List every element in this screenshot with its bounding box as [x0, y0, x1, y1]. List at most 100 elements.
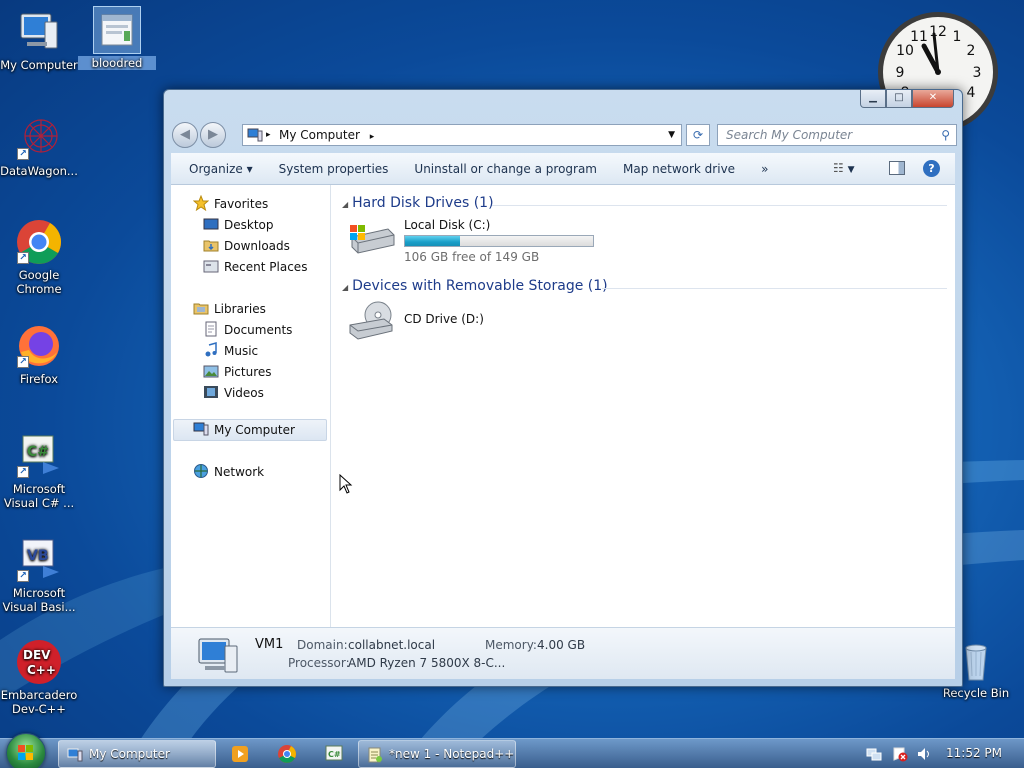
search-placeholder: Search My Computer — [726, 128, 853, 142]
shortcut-arrow-icon: ↗ — [17, 466, 29, 478]
nav-desktop[interactable]: Desktop — [203, 215, 274, 235]
star-icon — [193, 195, 209, 211]
drive-d-item[interactable]: CD Drive (D:) — [342, 299, 542, 345]
processor-value: AMD Ryzen 7 5800X 8-C... — [348, 656, 506, 670]
shortcut-arrow-icon: ↗ — [17, 570, 29, 582]
svg-text:C#: C# — [27, 444, 49, 460]
network-icon — [194, 464, 208, 478]
back-button[interactable]: ◀ — [172, 122, 198, 148]
desktop-icon-google-chrome[interactable]: ↗ Google Chrome — [0, 218, 78, 296]
nav-downloads[interactable]: Downloads — [203, 236, 290, 256]
taskbar-button-my-computer[interactable]: My Computer — [58, 740, 216, 768]
desktop-icon-my-computer[interactable]: My Computer — [0, 8, 78, 72]
search-input[interactable]: Search My Computer ⚲ — [717, 124, 957, 146]
nav-documents[interactable]: Documents — [203, 320, 292, 340]
chrome-icon[interactable] — [277, 744, 297, 764]
search-icon: ⚲ — [941, 128, 950, 142]
explorer-window[interactable]: ▁ □ ✕ ◀ ▶ ▸ My Computer ▸ ▼ ⟳ Search My … — [163, 89, 963, 687]
maximize-button[interactable]: □ — [886, 90, 912, 108]
clock-number: 3 — [973, 65, 982, 81]
computer-icon — [15, 8, 63, 56]
content-area: Favorites Desktop Downloads Recent Place… — [171, 185, 955, 627]
svg-text:DEV: DEV — [23, 648, 51, 662]
navigation-pane: Favorites Desktop Downloads Recent Place… — [171, 185, 331, 627]
address-box[interactable]: ▸ My Computer ▸ ▼ — [242, 124, 682, 146]
help-icon[interactable]: ? — [923, 160, 940, 177]
visual-csharp-icon: C# ↗ — [15, 432, 63, 480]
refresh-button[interactable]: ⟳ — [686, 124, 710, 146]
documents-icon — [205, 321, 217, 337]
nav-pictures[interactable]: Pictures — [203, 362, 272, 382]
uninstall-program-button[interactable]: Uninstall or change a program — [403, 162, 612, 176]
nav-music[interactable]: Music — [203, 341, 258, 361]
nav-videos[interactable]: Videos — [203, 383, 264, 403]
clock-time[interactable]: 11:52 PM — [946, 746, 1002, 760]
domain-label: Domain: — [297, 638, 348, 652]
domain-value: collabnet.local — [348, 638, 436, 652]
drive-c-item[interactable]: Local Disk (C:) 106 GB free of 149 GB — [342, 215, 602, 264]
collapse-triangle-icon: ◢ — [342, 200, 349, 209]
desktop-icon-visual-csharp[interactable]: C# ↗ Microsoft Visual C# ... — [0, 432, 78, 510]
dev-cpp-icon: DEV C++ — [15, 638, 63, 686]
desktop-icon-bloodred[interactable]: bloodred — [78, 6, 156, 70]
start-button[interactable] — [6, 733, 46, 768]
cd-drive-icon — [349, 301, 393, 340]
network-status-icon[interactable] — [866, 746, 882, 762]
nav-favorites[interactable]: Favorites — [193, 194, 268, 214]
breadcrumb-my-computer[interactable]: My Computer — [279, 128, 360, 142]
minimize-button[interactable]: ▁ — [860, 90, 886, 108]
nav-my-computer[interactable]: My Computer — [193, 420, 295, 440]
volume-icon[interactable] — [916, 746, 932, 762]
videos-icon — [204, 386, 218, 398]
system-properties-button[interactable]: System properties — [268, 162, 404, 176]
memory-value: 4.00 GB — [537, 638, 586, 652]
group-header-removable[interactable]: ◢ Devices with Removable Storage (1) — [342, 278, 608, 294]
refresh-icon: ⟳ — [692, 128, 704, 142]
group-divider — [602, 288, 947, 289]
application-window-icon — [93, 6, 141, 54]
address-bar-row: ◀ ▶ ▸ My Computer ▸ ▼ ⟳ Search My Comput… — [172, 122, 957, 148]
organize-button[interactable]: Organize ▾ — [171, 162, 268, 176]
drive-c-capacity-bar — [404, 235, 594, 247]
clock-number: 9 — [896, 65, 905, 81]
map-network-drive-button[interactable]: Map network drive — [612, 162, 750, 176]
nav-network[interactable]: Network — [193, 462, 264, 482]
memory-label: Memory: — [485, 638, 537, 652]
nav-recent-places[interactable]: Recent Places — [203, 257, 307, 277]
media-player-icon[interactable] — [230, 744, 250, 764]
computer-icon — [193, 422, 209, 436]
computer-icon — [247, 128, 263, 142]
view-options-button[interactable]: ☷ ▼ — [833, 161, 855, 175]
forward-button[interactable]: ▶ — [200, 122, 226, 148]
breadcrumb-separator[interactable]: ▸ — [370, 132, 375, 142]
clock-number: 10 — [896, 43, 914, 59]
action-center-warning-icon[interactable] — [892, 746, 908, 762]
nav-libraries[interactable]: Libraries — [193, 299, 266, 319]
taskbar-button-notepad-plus-plus[interactable]: *new 1 - Notepad++ — [358, 740, 516, 768]
recent-places-icon — [203, 260, 219, 273]
address-dropdown-icon[interactable]: ▼ — [668, 125, 675, 145]
processor-label: Processor: — [288, 656, 350, 670]
desktop-icon-datawagon[interactable]: ↗ DataWagon... — [0, 114, 78, 178]
clock-number: 2 — [967, 43, 976, 59]
libraries-icon — [193, 303, 209, 315]
computer-name: VM1 — [255, 637, 284, 652]
desktop-icon-dev-cpp[interactable]: DEV C++ Embarcadero Dev-C++ — [0, 638, 78, 716]
desktop-icon-visual-basic[interactable]: VB ↗ Microsoft Visual Basi... — [0, 536, 78, 614]
close-button[interactable]: ✕ — [912, 90, 954, 108]
shortcut-arrow-icon: ↗ — [17, 356, 29, 368]
arrow-left-icon: ◀ — [180, 127, 190, 142]
chevron-down-icon: ▼ — [847, 165, 855, 175]
desktop-icon-firefox[interactable]: ↗ Firefox — [0, 322, 78, 386]
drive-c-capacity-fill — [405, 236, 460, 246]
visual-csharp-icon[interactable]: C# — [324, 744, 344, 764]
breadcrumb-separator[interactable]: ▸ — [266, 125, 271, 145]
folder-download-icon — [203, 240, 219, 252]
group-header-hard-disks[interactable]: ◢ Hard Disk Drives (1) — [342, 195, 494, 211]
preview-pane-button[interactable] — [889, 161, 905, 175]
view-list-icon: ☷ — [833, 161, 844, 175]
more-commands-button[interactable]: » — [750, 162, 783, 176]
shortcut-arrow-icon: ↗ — [17, 252, 29, 264]
svg-text:C++: C++ — [27, 663, 56, 677]
desktop-icon — [203, 218, 219, 230]
